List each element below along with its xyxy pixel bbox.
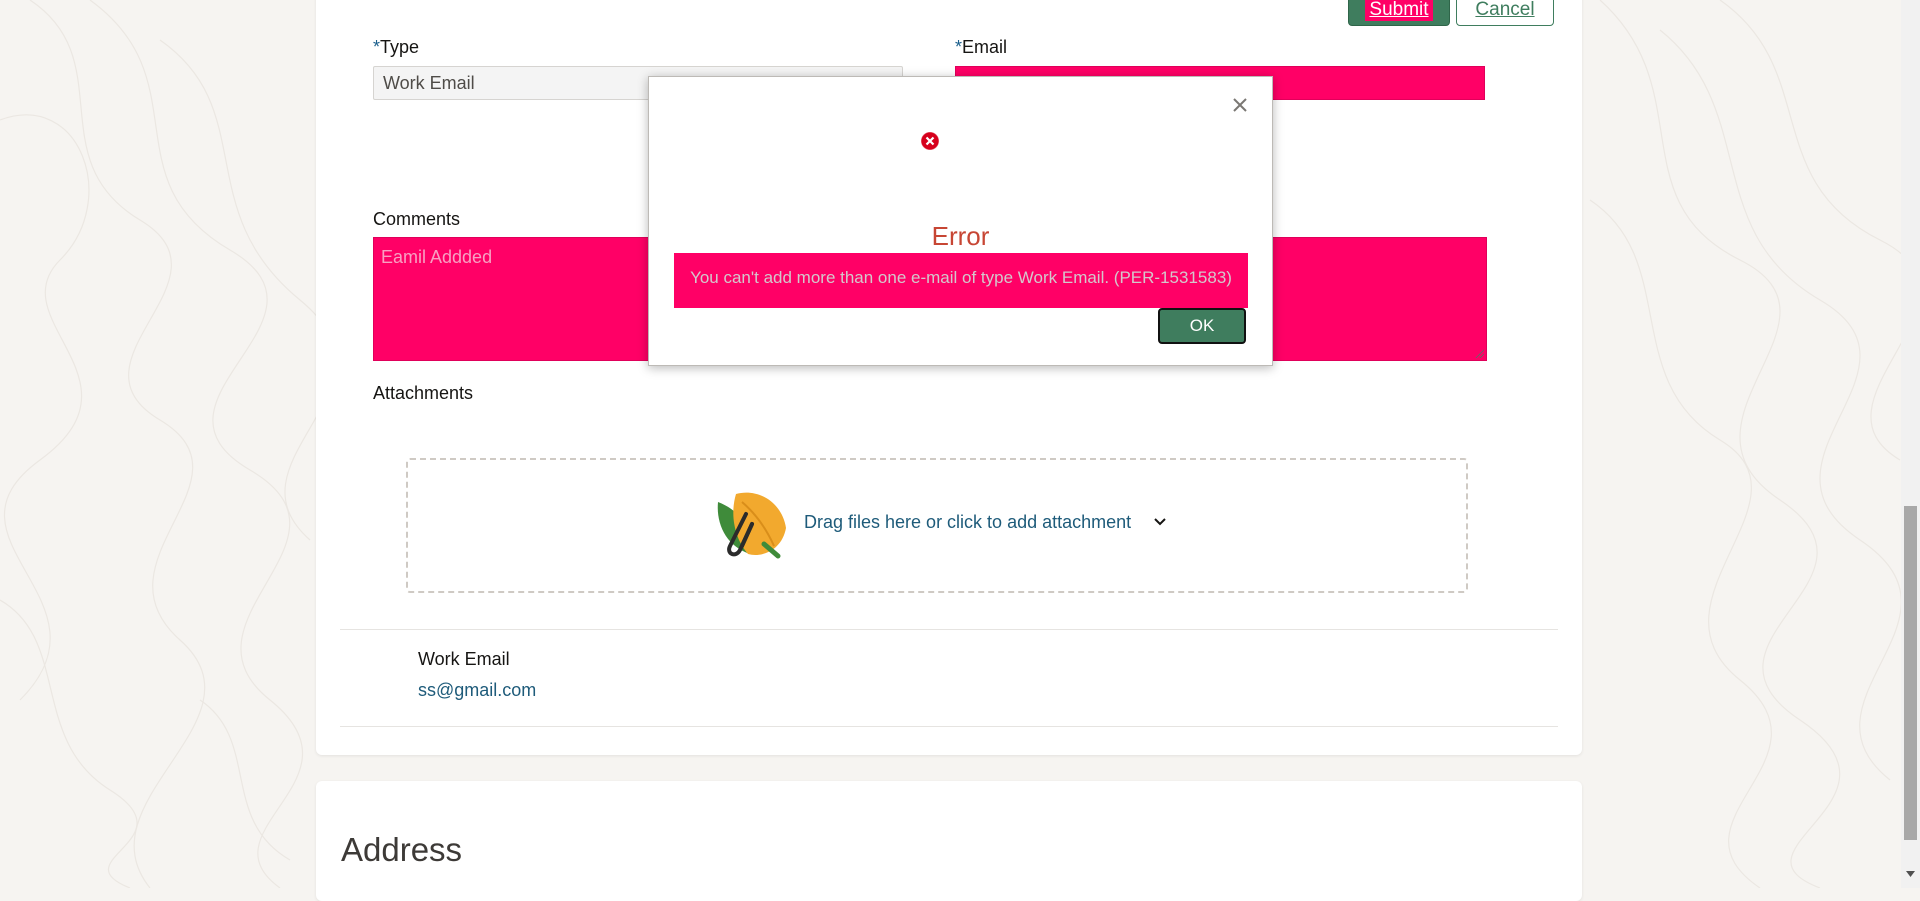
divider (340, 726, 1558, 727)
dropzone-text[interactable]: Drag files here or click to add attachme… (804, 512, 1131, 533)
close-icon[interactable] (1230, 95, 1250, 115)
attachments-label: Attachments (373, 383, 474, 403)
ok-button[interactable]: OK (1158, 308, 1246, 344)
email-label-text: Email (962, 37, 1008, 57)
dialog-message: You can't add more than one e-mail of ty… (674, 253, 1248, 308)
cancel-button[interactable]: Cancel (1456, 0, 1554, 26)
error-dialog: Error You can't add more than one e-mail… (648, 76, 1273, 366)
work-email-value[interactable]: ss@gmail.com (418, 680, 536, 701)
submit-button-label: Submit (1365, 0, 1433, 21)
scroll-down-arrow-icon[interactable] (1905, 868, 1916, 880)
type-select-value: Work Email (383, 73, 475, 93)
type-label: *Type (373, 37, 419, 58)
comments-label: Comments (373, 209, 461, 229)
email-required-marker: * (955, 37, 963, 57)
divider (340, 629, 1558, 630)
comments-textarea-value: Eamil Addded (381, 247, 493, 267)
dialog-title: Error (931, 221, 990, 251)
work-email-label: Work Email (418, 649, 510, 669)
address-section-title: Address (341, 831, 463, 869)
resize-grip-icon[interactable] (1474, 348, 1484, 358)
attachment-dropzone[interactable]: Drag files here or click to add attachme… (406, 458, 1468, 593)
error-circle-icon (920, 131, 940, 151)
leaf-paperclip-icon (717, 492, 786, 559)
type-label-text: Type (380, 37, 420, 57)
cancel-button-label: Cancel (1475, 0, 1535, 20)
address-card (316, 781, 1582, 901)
email-label: *Email (955, 37, 1007, 58)
type-required-marker: * (373, 37, 381, 57)
scrollbar-thumb[interactable] (1904, 506, 1917, 840)
submit-button[interactable]: Submit (1348, 0, 1450, 26)
chevron-down-icon[interactable] (1153, 515, 1167, 529)
